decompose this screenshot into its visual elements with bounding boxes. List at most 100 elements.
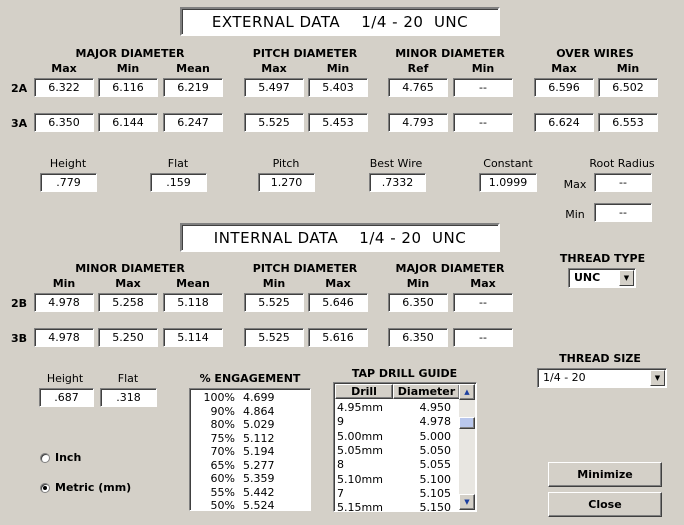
drill-cell: 5.00mm xyxy=(337,429,383,443)
int-3b-minor-mean: 5.114 xyxy=(163,328,223,347)
table-row[interactable]: 5.10mm 5.100 xyxy=(337,473,451,487)
diameter-cell: 4.978 xyxy=(419,415,452,429)
engagement-list[interactable]: 100% 4.699 90% 4.864 80% 5.029 75% 5.112 70% 5.19… xyxy=(189,388,311,511)
engagement-value: 5.524 xyxy=(243,499,275,511)
ext-col-ow-max: Max xyxy=(551,62,577,75)
ext-2a-minor-ref: 4.765 xyxy=(388,78,448,97)
ext-3a-pitch-max: 5.525 xyxy=(244,113,304,132)
diameter-cell: 5.055 xyxy=(419,458,452,472)
int-col-minor-max: Max xyxy=(115,277,141,290)
chevron-down-icon[interactable]: ▼ xyxy=(619,270,634,286)
table-row[interactable]: 5.05mm 5.050 xyxy=(337,444,451,458)
ext-col-ow-min: Min xyxy=(616,62,640,75)
engagement-value: 5.359 xyxy=(243,472,275,485)
int-col-minor-min: Min xyxy=(52,277,76,290)
ext-2a-ow-min: 6.502 xyxy=(598,78,658,97)
int-3b-major-max: -- xyxy=(453,328,513,347)
int-2b-major-min: 6.350 xyxy=(388,293,448,312)
tap-drill-guide-label: TAP DRILL GUIDE xyxy=(351,367,458,380)
table-row[interactable]: 5.00mm 5.000 xyxy=(337,430,451,444)
row-label-2b: 2B xyxy=(11,297,28,310)
drill-cell: 9 xyxy=(337,415,344,429)
ext-constant-label: Constant xyxy=(483,157,533,170)
list-item[interactable]: 60% 5.359 xyxy=(200,472,275,486)
ext-col-minor-min: Min xyxy=(471,62,495,75)
chevron-down-icon[interactable]: ▼ xyxy=(650,370,665,386)
ext-major-diameter-header: MAJOR DIAMETER xyxy=(75,47,185,60)
int-height-label: Height xyxy=(46,372,84,385)
scroll-thumb[interactable] xyxy=(459,417,475,429)
scroll-up-button[interactable]: ▲ xyxy=(459,384,475,400)
ext-3a-pitch-min: 5.453 xyxy=(308,113,368,132)
ext-3a-major-max: 6.350 xyxy=(34,113,94,132)
ext-height-value: .779 xyxy=(40,173,97,192)
list-item[interactable]: 100% 4.699 xyxy=(200,391,275,405)
ext-col-pitch-max: Max xyxy=(261,62,287,75)
ext-minor-diameter-header: MINOR DIAMETER xyxy=(395,47,505,60)
ext-2a-major-max: 6.322 xyxy=(34,78,94,97)
int-col-major-min: Min xyxy=(406,277,430,290)
row-label-3a: 3A xyxy=(11,117,28,130)
ext-pitch-diameter-header: PITCH DIAMETER xyxy=(252,47,358,60)
table-row[interactable]: 9 4.978 xyxy=(337,415,451,429)
engagement-percent: 70% xyxy=(210,445,235,458)
ext-col-major-min: Min xyxy=(116,62,140,75)
close-button[interactable]: Close xyxy=(548,492,662,517)
list-item[interactable]: 55% 5.442 xyxy=(200,486,275,500)
engagement-percent: 80% xyxy=(210,418,235,431)
list-item[interactable]: 65% 5.277 xyxy=(200,459,275,473)
metric-radio[interactable] xyxy=(40,482,50,493)
ext-2a-major-min: 6.116 xyxy=(98,78,158,97)
drill-cell: 4.95mm xyxy=(337,401,383,414)
diameter-cell: 5.000 xyxy=(419,429,452,443)
engagement-label: % ENGAGEMENT xyxy=(199,372,301,385)
inch-radio[interactable] xyxy=(40,452,50,463)
list-item[interactable]: 90% 4.864 xyxy=(200,405,275,419)
int-col-pitch-min: Min xyxy=(262,277,286,290)
int-col-major-max: Max xyxy=(470,277,496,290)
table-row[interactable]: 7 5.105 xyxy=(337,487,451,501)
int-height-value: .687 xyxy=(39,388,94,407)
minimize-button[interactable]: Minimize xyxy=(548,462,662,487)
ext-3a-minor-ref: 4.793 xyxy=(388,113,448,132)
unit-metric-option[interactable]: Metric (mm) xyxy=(40,481,131,494)
diameter-cell: 4.950 xyxy=(419,401,452,414)
col-header-diameter[interactable]: Diameter xyxy=(393,384,460,399)
thread-type-select[interactable]: UNC ▼ xyxy=(568,268,636,288)
root-radius-max-label: Max xyxy=(563,178,587,191)
col-header-drill[interactable]: Drill xyxy=(335,384,393,399)
tap-drill-scrollbar[interactable]: ▲ ▼ xyxy=(459,384,475,510)
table-row[interactable]: 4.95mm 4.950 xyxy=(337,401,451,415)
list-item[interactable]: 70% 5.194 xyxy=(200,445,275,459)
list-item[interactable]: 75% 5.112 xyxy=(200,432,275,446)
drill-cell: 5.05mm xyxy=(337,443,383,457)
ext-col-minor-ref: Ref xyxy=(407,62,429,75)
engagement-value: 5.277 xyxy=(243,458,275,472)
tap-drill-list[interactable]: Drill Diameter 4.95mm 4.950 9 4.978 5.00mm 5.… xyxy=(333,382,477,512)
int-2b-pitch-max: 5.646 xyxy=(308,293,368,312)
int-2b-minor-min: 4.978 xyxy=(34,293,94,312)
int-minor-diameter-header: MINOR DIAMETER xyxy=(75,262,185,275)
ext-2a-pitch-min: 5.403 xyxy=(308,78,368,97)
engagement-value: 5.112 xyxy=(243,431,275,445)
ext-constant-value: 1.0999 xyxy=(479,173,537,192)
table-row[interactable]: 5.15mm 5.150 xyxy=(337,501,451,511)
scroll-down-button[interactable]: ▼ xyxy=(459,494,475,510)
list-item[interactable]: 50% 5.524 xyxy=(200,499,275,511)
int-3b-minor-min: 4.978 xyxy=(34,328,94,347)
list-item[interactable]: 80% 5.029 xyxy=(200,418,275,432)
row-label-3b: 3B xyxy=(11,332,28,345)
ext-pitch-label: Pitch xyxy=(272,157,300,170)
ext-3a-ow-min: 6.553 xyxy=(598,113,658,132)
table-row[interactable]: 8 5.055 xyxy=(337,458,451,472)
int-2b-minor-max: 5.258 xyxy=(98,293,158,312)
engagement-percent: 90% xyxy=(210,404,235,418)
ext-2a-minor-min: -- xyxy=(453,78,513,97)
int-pitch-diameter-header: PITCH DIAMETER xyxy=(252,262,358,275)
thread-size-select[interactable]: 1/4 - 20 ▼ xyxy=(537,368,667,388)
ext-over-wires-header: OVER WIRES xyxy=(556,47,634,60)
engagement-value: 4.864 xyxy=(243,404,275,418)
diameter-cell: 5.050 xyxy=(419,443,452,457)
engagement-percent: 55% xyxy=(210,485,235,499)
unit-inch-option[interactable]: Inch xyxy=(40,451,81,464)
